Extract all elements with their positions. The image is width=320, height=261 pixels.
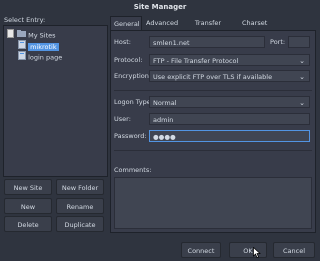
duplicate-button[interactable]: Duplicate: [56, 216, 104, 232]
host-label: Host:: [114, 38, 131, 46]
rename-button[interactable]: Rename: [56, 198, 104, 214]
logon-type-select[interactable]: Normal ⌄: [149, 96, 310, 108]
window-title: Site Manager: [133, 3, 187, 11]
divider: [114, 150, 312, 151]
comments-textarea[interactable]: [114, 177, 312, 229]
site-icon: [18, 51, 26, 64]
new-folder-button[interactable]: New Folder: [56, 179, 104, 195]
site-tree[interactable]: My Sites mikrotik login page: [3, 25, 108, 177]
tab-advanced[interactable]: Advanced: [143, 16, 178, 30]
ok-button[interactable]: OK: [229, 242, 267, 258]
user-label: User:: [114, 115, 131, 123]
encryption-label: Encryption:: [114, 72, 152, 80]
comments-label: Comments:: [114, 166, 152, 174]
tab-charset[interactable]: Charset: [239, 16, 269, 30]
password-label: Password:: [114, 132, 147, 140]
chevron-down-icon: ⌄: [299, 57, 305, 65]
tree-item-label: login page: [28, 53, 63, 62]
protocol-select[interactable]: FTP - File Transfer Protocol ⌄: [149, 54, 310, 66]
encryption-select[interactable]: Use explicit FTP over TLS if available ⌄: [149, 70, 310, 82]
logon-type-value: Normal: [153, 99, 177, 107]
tree-root-label: My Sites: [28, 31, 56, 40]
port-input[interactable]: [288, 36, 310, 48]
tree-root[interactable]: My Sites: [7, 29, 56, 40]
mouse-cursor-icon: [253, 246, 261, 260]
chevron-down-icon: ⌄: [299, 99, 305, 107]
tree-item-mikrotik[interactable]: mikrotik: [18, 40, 59, 51]
tab-general[interactable]: General: [110, 16, 142, 30]
connect-button[interactable]: Connect: [181, 242, 221, 258]
host-input[interactable]: smlen1.net: [149, 36, 265, 48]
user-input[interactable]: admin: [149, 113, 310, 125]
chevron-down-icon: ⌄: [299, 73, 305, 81]
tree-item-login-page[interactable]: login page: [18, 51, 62, 62]
tree-item-label: mikrotik: [28, 42, 59, 51]
logon-type-label: Logon Type:: [114, 98, 153, 106]
protocol-label: Protocol:: [114, 56, 143, 64]
tab-transfer-settings[interactable]: Transfer Settings: [178, 16, 238, 41]
document-icon: [7, 29, 14, 42]
delete-button[interactable]: Delete: [4, 216, 52, 232]
divider: [114, 90, 312, 91]
password-input[interactable]: ●●●●: [149, 130, 310, 142]
port-label: Port:: [270, 38, 286, 46]
protocol-value: FTP - File Transfer Protocol: [153, 57, 239, 65]
cancel-button[interactable]: Cancel: [273, 242, 315, 258]
new-site-button[interactable]: New Site: [4, 179, 52, 195]
new-bookmark-button[interactable]: New Bookmark: [4, 198, 52, 227]
encryption-value: Use explicit FTP over TLS if available: [153, 73, 273, 81]
